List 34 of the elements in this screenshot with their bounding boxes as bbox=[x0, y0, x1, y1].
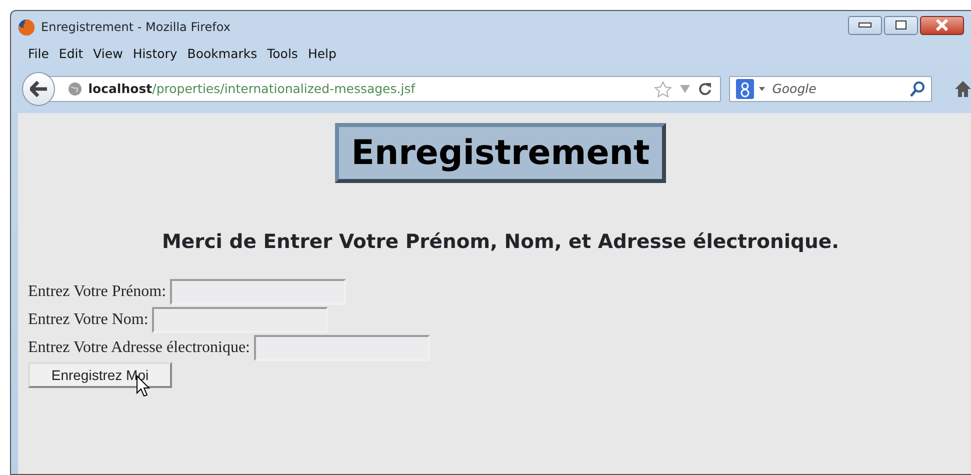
minimize-button[interactable] bbox=[848, 16, 882, 34]
menu-item[interactable]: View bbox=[93, 44, 123, 64]
home-icon[interactable] bbox=[954, 80, 971, 98]
menu-item[interactable]: Tools bbox=[267, 44, 298, 64]
menu-item[interactable]: Edit bbox=[58, 44, 84, 64]
dropdown-icon[interactable] bbox=[759, 87, 766, 91]
submit-button[interactable]: Enregistrez Moi bbox=[28, 362, 172, 388]
url-text: localhost/properties/internationalized-messages.jsf bbox=[88, 80, 416, 98]
window-title: Enregistrement - Mozilla Firefox bbox=[41, 19, 230, 36]
maximize-button[interactable] bbox=[884, 16, 918, 34]
field-label: Entrez Votre Adresse électronique: bbox=[28, 338, 250, 358]
input-field[interactable] bbox=[170, 279, 346, 306]
menu-item[interactable]: Bookmarks bbox=[187, 44, 258, 64]
instructions-text: Merci de Entrer Votre Prénom, Nom, et Adresse électronique. bbox=[160, 229, 840, 256]
menu-item[interactable]: File bbox=[28, 44, 49, 64]
page-heading: Enregistrement bbox=[335, 123, 666, 184]
menu-item[interactable]: History bbox=[132, 44, 178, 64]
input-field[interactable] bbox=[254, 335, 430, 362]
reload-icon[interactable] bbox=[698, 82, 712, 96]
close-icon bbox=[935, 19, 949, 31]
minimize-icon bbox=[858, 22, 872, 28]
back-button[interactable] bbox=[22, 72, 56, 106]
search-bar[interactable]: Google bbox=[729, 76, 932, 102]
back-arrow-icon bbox=[30, 81, 48, 97]
search-icon[interactable] bbox=[910, 81, 926, 97]
star-icon[interactable] bbox=[654, 80, 672, 98]
input-field[interactable] bbox=[152, 307, 328, 334]
field-label: Entrez Votre Prénom: bbox=[28, 282, 166, 302]
search-engine-icon bbox=[736, 79, 754, 99]
field-label: Entrez Votre Nom: bbox=[28, 310, 148, 330]
firefox-icon bbox=[18, 18, 35, 36]
menu-item[interactable]: Help bbox=[308, 44, 336, 64]
maximize-icon bbox=[895, 20, 907, 30]
close-button[interactable] bbox=[920, 16, 964, 34]
